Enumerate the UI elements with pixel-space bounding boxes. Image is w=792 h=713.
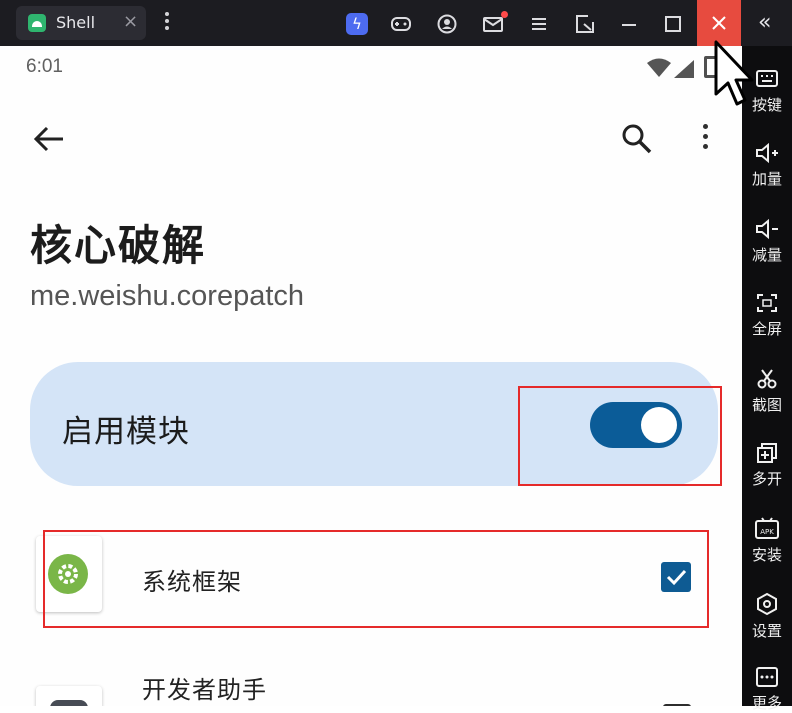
- signal-icon: [674, 60, 694, 78]
- apk-install-icon: APK: [755, 517, 779, 539]
- page-title: 核心破解: [30, 221, 207, 270]
- keyboard-icon: [756, 70, 778, 87]
- mail-icon[interactable]: [482, 11, 508, 35]
- bolt-icon[interactable]: ϟ: [346, 13, 368, 35]
- sidebar-item-label: 全屏: [751, 320, 782, 338]
- tab-menu-icon[interactable]: [160, 10, 174, 34]
- tab-close-icon[interactable]: ×: [123, 11, 138, 32]
- volume-down-icon: [756, 218, 778, 240]
- emulator-sidebar: 按键 加量 减量 全屏 截图 多开 APK 安装 设置 更多: [742, 46, 792, 712]
- sidebar-item-label: 截图: [751, 396, 782, 414]
- status-bar-time: 6:01: [26, 56, 63, 77]
- emulator-title-bar: Shell × ϟ «: [0, 0, 792, 46]
- package-name: me.weishu.corepatch: [30, 280, 305, 312]
- back-arrow-icon[interactable]: [32, 124, 66, 154]
- annotation-highlight-box: [43, 530, 709, 628]
- overflow-menu-icon[interactable]: [700, 124, 710, 154]
- tab-title: Shell: [56, 13, 96, 32]
- sidebar-item-label: 安装: [751, 546, 782, 564]
- android-app-icon: [28, 14, 46, 32]
- account-icon[interactable]: [436, 13, 458, 35]
- collapse-sidebar-icon[interactable]: «: [758, 10, 771, 35]
- app-tab[interactable]: Shell ×: [16, 6, 146, 40]
- sidebar-item-screenshot[interactable]: 截图: [742, 368, 792, 415]
- developer-assistant-icon-tile: [36, 686, 102, 706]
- list-item[interactable]: 开发者助手: [0, 668, 742, 706]
- sidebar-item-label: 减量: [751, 246, 782, 264]
- multi-instance-icon: [757, 443, 777, 463]
- hamburger-menu-icon[interactable]: [528, 13, 550, 35]
- mouse-cursor-icon: [714, 40, 754, 106]
- sidebar-item-label: 加量: [751, 170, 782, 188]
- maximize-icon[interactable]: [662, 13, 684, 35]
- svg-text:APK: APK: [760, 528, 774, 536]
- gamepad-icon[interactable]: [390, 13, 412, 35]
- more-icon: [756, 667, 778, 687]
- annotation-highlight-box: [518, 386, 722, 486]
- scissors-icon: [757, 369, 777, 389]
- list-item-label: 开发者助手: [142, 676, 267, 704]
- resize-window-icon[interactable]: [574, 13, 596, 35]
- enable-module-label: 启用模块: [62, 414, 190, 450]
- developer-assistant-icon: [50, 700, 88, 706]
- volume-up-icon: [756, 142, 778, 164]
- sidebar-item-label: 多开: [751, 470, 782, 488]
- sidebar-item-volume-down[interactable]: 减量: [742, 218, 792, 265]
- settings-hexagon-icon: [757, 592, 777, 616]
- sidebar-item-volume-up[interactable]: 加量: [742, 142, 792, 189]
- notification-dot: [501, 11, 508, 18]
- fullscreen-icon: [757, 294, 777, 312]
- sidebar-item-label: 更多: [751, 694, 782, 712]
- wifi-icon: [647, 58, 671, 77]
- sidebar-item-settings[interactable]: 设置: [742, 592, 792, 641]
- sidebar-item-multi-instance[interactable]: 多开: [742, 442, 792, 489]
- sidebar-item-label: 设置: [751, 622, 782, 640]
- android-screen: 6:01 核心破解 me.weishu.corepatch 启用模块 系统框架 …: [0, 46, 742, 706]
- search-icon[interactable]: [620, 122, 654, 156]
- minimize-icon[interactable]: [618, 13, 640, 35]
- sidebar-item-fullscreen[interactable]: 全屏: [742, 292, 792, 339]
- sidebar-item-install[interactable]: APK 安装: [742, 516, 792, 565]
